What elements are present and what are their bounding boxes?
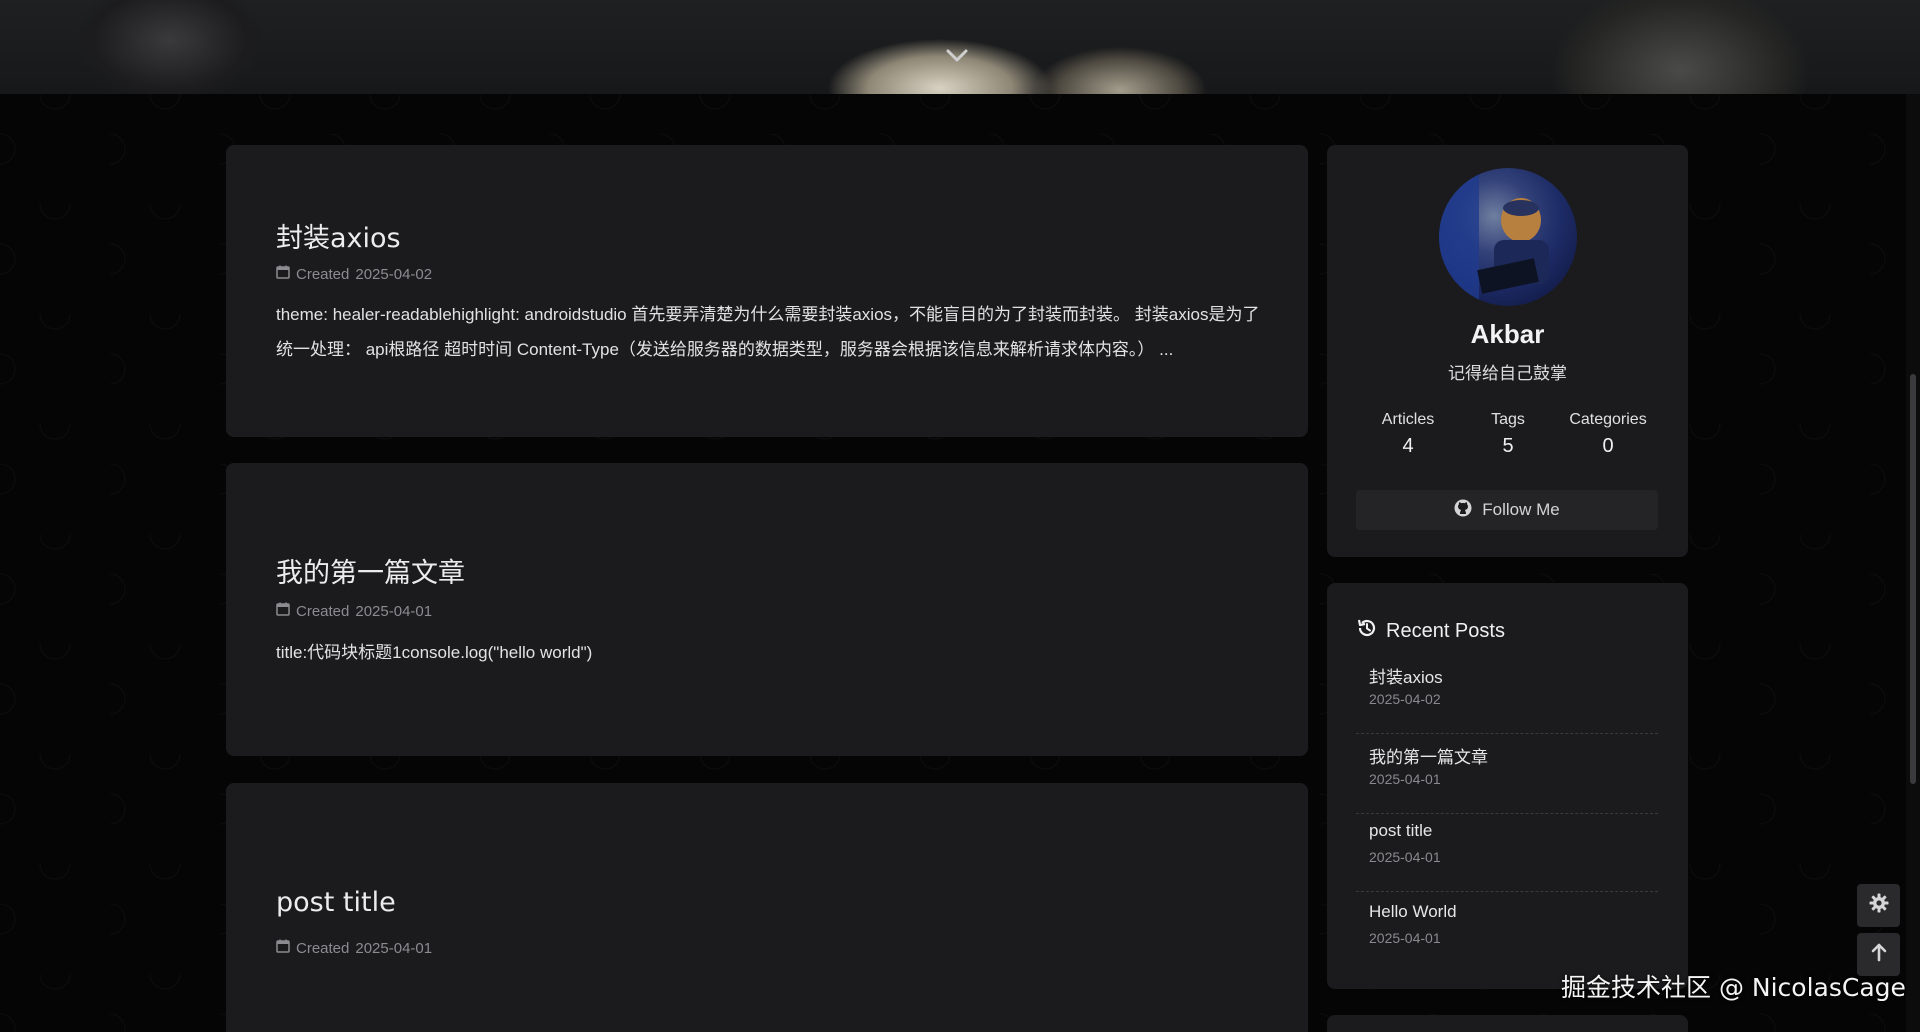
recent-post-item[interactable]: Hello World 2025-04-01: [1356, 894, 1658, 972]
follow-label: Follow Me: [1482, 500, 1560, 519]
scrollbar[interactable]: [1906, 94, 1920, 1032]
post-card[interactable]: 封装axios Created 2025-04-02 theme: healer…: [226, 145, 1308, 437]
recent-post-item[interactable]: 封装axios 2025-04-02: [1356, 655, 1658, 734]
post-excerpt: title:代码块标题1console.log("hello world"): [276, 643, 593, 662]
post-date: 2025-04-01: [355, 602, 433, 620]
github-icon: [1454, 499, 1472, 522]
recent-post-date: 2025-04-01: [1369, 849, 1441, 865]
recent-post-title[interactable]: Hello World: [1369, 902, 1457, 922]
post-title[interactable]: 封装axios: [276, 216, 401, 255]
stat-categories[interactable]: Categories 0: [1548, 411, 1668, 458]
recent-post-item[interactable]: post title 2025-04-01: [1356, 813, 1658, 892]
recent-post-title[interactable]: post title: [1369, 821, 1432, 841]
hero-banner: [0, 0, 1920, 95]
post-card[interactable]: 我的第一篇文章 Created 2025-04-01 title:代码块标题1c…: [226, 463, 1308, 756]
post-meta: Created 2025-04-01: [276, 602, 432, 620]
author-name: Akbar: [1470, 319, 1545, 349]
stat-value: 0: [1602, 435, 1614, 457]
follow-me-button[interactable]: Follow Me: [1356, 490, 1658, 530]
recent-post-date: 2025-04-01: [1369, 771, 1441, 787]
recent-post-date: 2025-04-01: [1369, 930, 1441, 946]
history-icon: [1356, 617, 1378, 645]
recent-post-title[interactable]: 封装axios: [1369, 663, 1443, 688]
stat-label: Categories: [1569, 411, 1647, 428]
recent-post-item[interactable]: 我的第一篇文章 2025-04-01: [1356, 735, 1658, 814]
author-card: Akbar 记得给自己鼓掌 Articles 4 Tags 5 Categori…: [1327, 145, 1688, 557]
side-card-next: [1327, 1015, 1688, 1032]
calendar-icon: [276, 939, 290, 957]
created-label: Created: [296, 602, 350, 620]
author-description: 记得给自己鼓掌: [1448, 364, 1567, 383]
recent-post-date: 2025-04-02: [1369, 691, 1441, 707]
gear-icon: [1868, 892, 1890, 919]
calendar-icon: [276, 265, 290, 283]
recent-posts-heading: Recent Posts: [1356, 617, 1505, 645]
post-date: 2025-04-01: [355, 939, 433, 957]
recent-posts-card: Recent Posts 封装axios 2025-04-02 我的第一篇文章 …: [1327, 583, 1688, 989]
created-label: Created: [296, 939, 350, 957]
created-label: Created: [296, 265, 350, 283]
post-title[interactable]: 我的第一篇文章: [276, 551, 465, 590]
recent-posts-title: Recent Posts: [1386, 619, 1505, 642]
post-title[interactable]: post title: [276, 887, 396, 918]
settings-button[interactable]: [1857, 884, 1900, 927]
recent-post-title[interactable]: 我的第一篇文章: [1369, 743, 1488, 768]
scrollbar-thumb[interactable]: [1910, 374, 1916, 784]
post-excerpt: theme: healer-readablehighlight: android…: [276, 305, 1260, 359]
arrow-up-icon: [1869, 942, 1889, 967]
calendar-icon: [276, 602, 290, 620]
post-meta: Created 2025-04-02: [276, 265, 432, 283]
chevron-down-icon[interactable]: [945, 44, 969, 68]
post-card[interactable]: post title Created 2025-04-01: [226, 783, 1308, 1032]
blog-page: 封装axios Created 2025-04-02 theme: healer…: [0, 0, 1920, 1032]
watermark: 掘金技术社区 @ NicolasCage: [1561, 973, 1906, 1002]
post-date: 2025-04-02: [355, 265, 433, 283]
post-meta: Created 2025-04-01: [276, 939, 432, 957]
avatar: [1439, 168, 1577, 306]
